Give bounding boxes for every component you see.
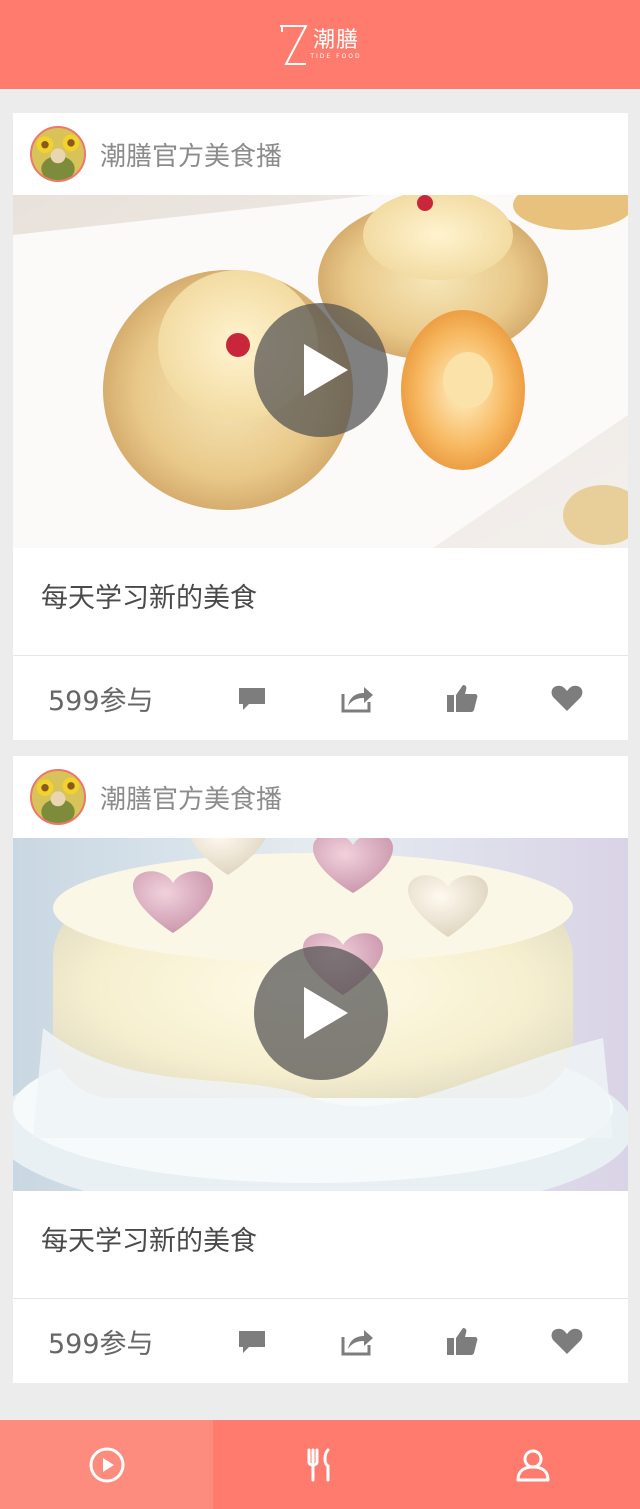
post-card: 潮膳官方美食播 每天学习新的美食 599参与 xyxy=(13,756,628,1383)
comment-button[interactable] xyxy=(235,682,269,714)
video-thumbnail[interactable] xyxy=(13,195,628,548)
favorite-button[interactable] xyxy=(550,682,584,714)
participant-count: 599参与 xyxy=(48,685,154,717)
tab-recipes[interactable] xyxy=(213,1420,426,1509)
avatar[interactable] xyxy=(30,769,86,825)
post-actions: 599参与 xyxy=(13,1299,628,1383)
user-icon xyxy=(516,1449,550,1481)
post-caption[interactable]: 每天学习新的美食 xyxy=(13,548,628,656)
thumbs-up-icon xyxy=(447,685,478,712)
author-name[interactable]: 潮膳官方美食播 xyxy=(100,136,282,173)
participant-count: 599参与 xyxy=(48,1328,154,1360)
share-button[interactable] xyxy=(340,1325,374,1357)
post-actions: 599参与 xyxy=(13,656,628,740)
comment-icon xyxy=(239,688,265,710)
like-button[interactable] xyxy=(445,682,479,714)
comment-icon xyxy=(239,1331,265,1353)
like-button[interactable] xyxy=(445,1325,479,1357)
video-thumbnail[interactable] xyxy=(13,838,628,1191)
tab-videos[interactable] xyxy=(0,1420,214,1509)
post-card: 潮膳官方美食播 每天学习新的美食 599参与 xyxy=(13,113,628,740)
avatar[interactable] xyxy=(30,126,86,182)
play-button[interactable] xyxy=(254,946,388,1080)
post-header: 潮膳官方美食播 xyxy=(13,113,628,195)
play-icon xyxy=(304,987,348,1039)
heart-icon xyxy=(551,1328,583,1354)
author-name[interactable]: 潮膳官方美食播 xyxy=(100,779,282,816)
top-app-bar: 潮膳 TIDE FOOD xyxy=(0,0,640,89)
share-icon xyxy=(341,1330,373,1356)
heart-icon xyxy=(551,685,583,711)
thumbs-up-icon xyxy=(447,1328,478,1355)
play-button[interactable] xyxy=(254,303,388,437)
post-caption[interactable]: 每天学习新的美食 xyxy=(13,1191,628,1299)
play-icon xyxy=(304,344,348,396)
post-header: 潮膳官方美食播 xyxy=(13,756,628,838)
favorite-button[interactable] xyxy=(550,1325,584,1357)
share-icon xyxy=(341,687,373,713)
comment-button[interactable] xyxy=(235,1325,269,1357)
fork-knife-icon xyxy=(307,1448,330,1481)
logo-text-cn: 潮膳 xyxy=(312,27,359,53)
share-button[interactable] xyxy=(340,682,374,714)
app-logo[interactable]: 潮膳 TIDE FOOD xyxy=(278,22,361,68)
video-feed: 潮膳官方美食播 每天学习新的美食 599参与 潮膳官方美食播 每天学习新的美食 … xyxy=(13,113,628,1399)
bottom-navigation xyxy=(0,1420,640,1509)
tab-profile[interactable] xyxy=(427,1420,640,1509)
logo-mark-icon xyxy=(280,24,309,65)
play-circle-icon xyxy=(89,1447,125,1482)
logo-text-en: TIDE FOOD xyxy=(310,52,362,60)
